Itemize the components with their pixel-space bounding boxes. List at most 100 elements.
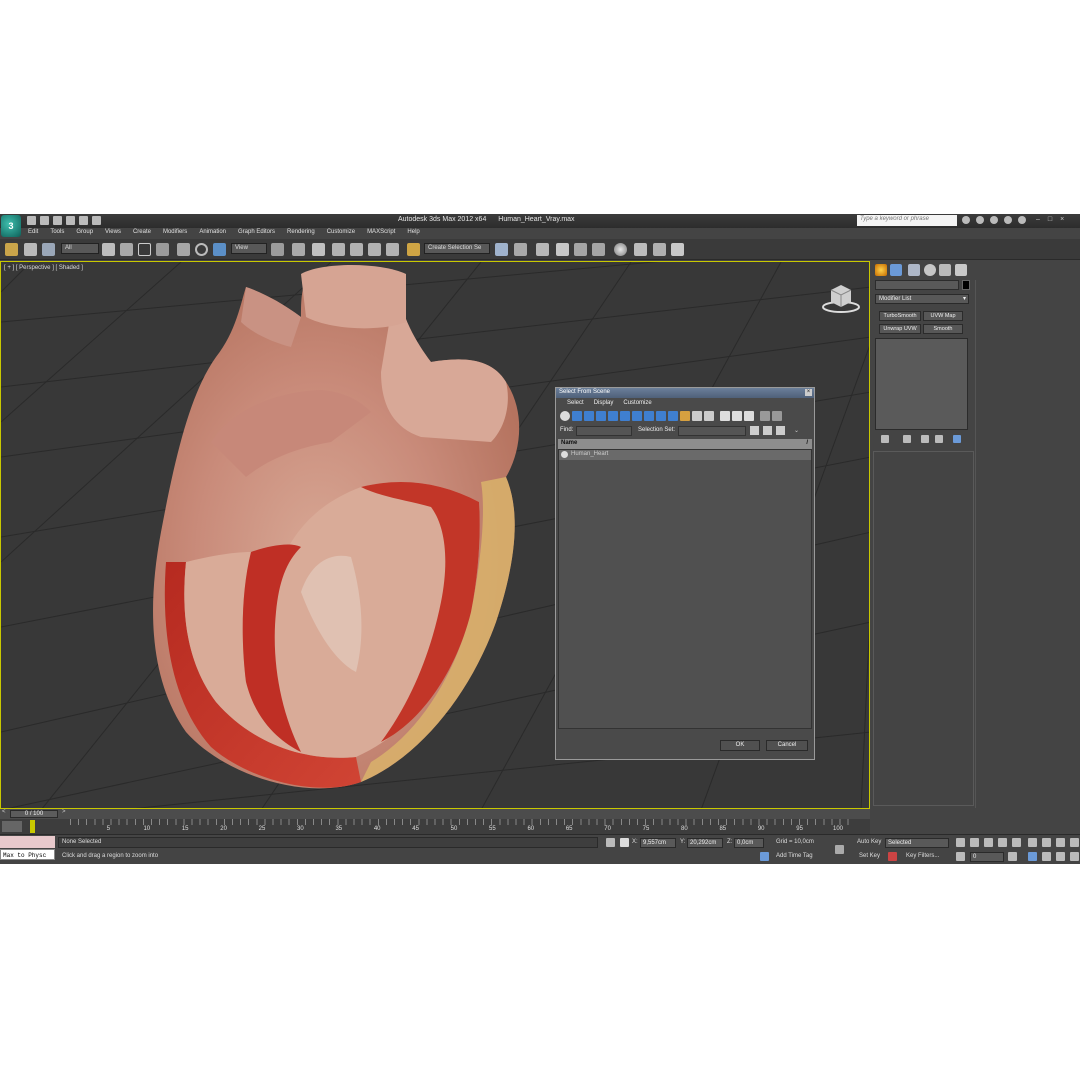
dialog-menu-select[interactable]: Select: [562, 398, 589, 409]
sync-selection-icon[interactable]: [744, 411, 754, 421]
maximize-viewport-icon[interactable]: [1070, 852, 1079, 861]
spinner-snap-icon[interactable]: [386, 243, 399, 256]
modify-tab-icon[interactable]: [890, 264, 902, 276]
menu-graph-editors[interactable]: Graph Editors: [232, 228, 281, 239]
move-icon[interactable]: [177, 243, 190, 256]
add-time-tag[interactable]: Add Time Tag: [776, 853, 813, 859]
rectangular-selection-icon[interactable]: [138, 243, 151, 256]
undo-icon[interactable]: [66, 216, 75, 225]
minimize-icon[interactable]: –: [1036, 216, 1040, 223]
dialog-close-icon[interactable]: ×: [805, 389, 812, 396]
zoom-icon[interactable]: [1028, 838, 1037, 847]
save-file-icon[interactable]: [53, 216, 62, 225]
hierarchy-tab-icon[interactable]: [908, 264, 920, 276]
key-filters-button[interactable]: Key Filters...: [906, 853, 939, 859]
dialog-menu-customize[interactable]: Customize: [618, 398, 656, 409]
x-coordinate-field[interactable]: 9,557cm: [640, 838, 676, 848]
create-selection-set-icon[interactable]: [750, 426, 759, 435]
schematic-view-icon[interactable]: [592, 243, 605, 256]
selection-set-dropdown[interactable]: [678, 426, 746, 436]
menu-group[interactable]: Group: [70, 228, 99, 239]
make-unique-icon[interactable]: [921, 435, 929, 443]
redo-icon[interactable]: [79, 216, 88, 225]
unlink-icon[interactable]: [24, 243, 37, 256]
object-color-swatch[interactable]: [962, 280, 970, 290]
create-tab-icon[interactable]: [875, 264, 887, 276]
add-to-selection-set-icon[interactable]: [776, 426, 785, 435]
display-containers-icon[interactable]: [668, 411, 678, 421]
menu-rendering[interactable]: Rendering: [281, 228, 321, 239]
modifier-stack[interactable]: [875, 338, 968, 430]
keyboard-shortcut-override-icon[interactable]: [312, 243, 325, 256]
track-bar[interactable]: 5 10 15 20 25 30 35 40 45 50 55 60 65 70 75 80 85 90 95 100: [0, 819, 870, 834]
percent-snap-icon[interactable]: [368, 243, 381, 256]
display-xrefs-icon[interactable]: [644, 411, 654, 421]
reference-coordinate-dropdown[interactable]: View: [231, 243, 267, 254]
display-helpers-icon[interactable]: [608, 411, 618, 421]
maxscript-mini-listener-output[interactable]: [0, 836, 55, 848]
display-groups-icon[interactable]: [632, 411, 642, 421]
menu-views[interactable]: Views: [99, 228, 127, 239]
edit-named-selection-icon[interactable]: [407, 243, 420, 256]
lock-selection-icon[interactable]: [606, 838, 615, 847]
turbosmooth-button[interactable]: TurboSmooth: [879, 311, 921, 321]
viewcube[interactable]: [821, 280, 861, 314]
search-icon[interactable]: [962, 216, 970, 224]
display-geometry-icon[interactable]: [560, 411, 570, 421]
set-key-icon[interactable]: [888, 852, 897, 861]
application-menu-button[interactable]: 3: [1, 215, 21, 237]
display-shapes-icon[interactable]: [572, 411, 582, 421]
pan-view-icon[interactable]: [1042, 852, 1051, 861]
bind-spacewarp-icon[interactable]: [42, 243, 55, 256]
play-icon[interactable]: [984, 838, 993, 847]
set-key-button[interactable]: Set Key: [859, 853, 880, 859]
favorites-icon[interactable]: [1004, 216, 1012, 224]
absolute-mode-icon[interactable]: [620, 838, 629, 847]
curve-editor-icon[interactable]: [574, 243, 587, 256]
chevron-down-icon[interactable]: ⌄: [794, 427, 799, 434]
select-by-name-icon[interactable]: [120, 243, 133, 256]
link-icon[interactable]: [5, 243, 18, 256]
y-coordinate-field[interactable]: 20,292cm: [687, 838, 723, 848]
key-mode-dropdown[interactable]: Selected: [885, 838, 949, 848]
list-header-name[interactable]: Name /: [558, 439, 812, 449]
display-all-icon[interactable]: [704, 411, 714, 421]
go-to-start-icon[interactable]: [956, 838, 965, 847]
zoom-extents-icon[interactable]: [1056, 838, 1065, 847]
maximize-icon[interactable]: □: [1048, 216, 1052, 223]
angle-snap-icon[interactable]: [350, 243, 363, 256]
show-end-result-icon[interactable]: [903, 435, 911, 443]
dialog-menu-display[interactable]: Display: [589, 398, 619, 409]
pin-stack-icon[interactable]: [881, 435, 889, 443]
subscription-icon[interactable]: [976, 216, 984, 224]
open-file-icon[interactable]: [40, 216, 49, 225]
find-input[interactable]: [576, 426, 632, 436]
layer-manager-icon[interactable]: [536, 243, 549, 256]
display-invert-icon[interactable]: [732, 411, 742, 421]
display-tab-icon[interactable]: [939, 264, 951, 276]
current-frame-field[interactable]: 0: [970, 852, 1004, 862]
mini-curve-editor-icon[interactable]: [2, 821, 22, 832]
motion-tab-icon[interactable]: [924, 264, 936, 276]
smooth-button[interactable]: Smooth: [923, 324, 963, 334]
object-name-field[interactable]: [875, 280, 959, 290]
render-setup-icon[interactable]: [634, 243, 647, 256]
menu-customize[interactable]: Customize: [321, 228, 361, 239]
render-production-icon[interactable]: [671, 243, 684, 256]
remove-selection-set-icon[interactable]: [763, 426, 772, 435]
go-to-end-icon[interactable]: [1012, 838, 1021, 847]
display-none-icon[interactable]: [720, 411, 730, 421]
material-editor-icon[interactable]: [614, 243, 627, 256]
auto-key-button[interactable]: Auto Key: [857, 839, 881, 845]
menu-maxscript[interactable]: MAXScript: [361, 228, 401, 239]
dialog-title-bar[interactable]: Select From Scene ×: [556, 388, 814, 398]
orbit-icon[interactable]: [1056, 852, 1065, 861]
filter-options-icon[interactable]: [772, 411, 782, 421]
remove-modifier-icon[interactable]: [935, 435, 943, 443]
next-frame-icon[interactable]: [998, 838, 1007, 847]
unwrap-uvw-button[interactable]: Unwrap UVW: [879, 324, 921, 334]
menu-help[interactable]: Help: [401, 228, 425, 239]
select-object-icon[interactable]: [102, 243, 115, 256]
uvw-map-button[interactable]: UVW Map: [923, 311, 963, 321]
maxscript-mini-listener[interactable]: Max to Physc: [0, 849, 55, 860]
